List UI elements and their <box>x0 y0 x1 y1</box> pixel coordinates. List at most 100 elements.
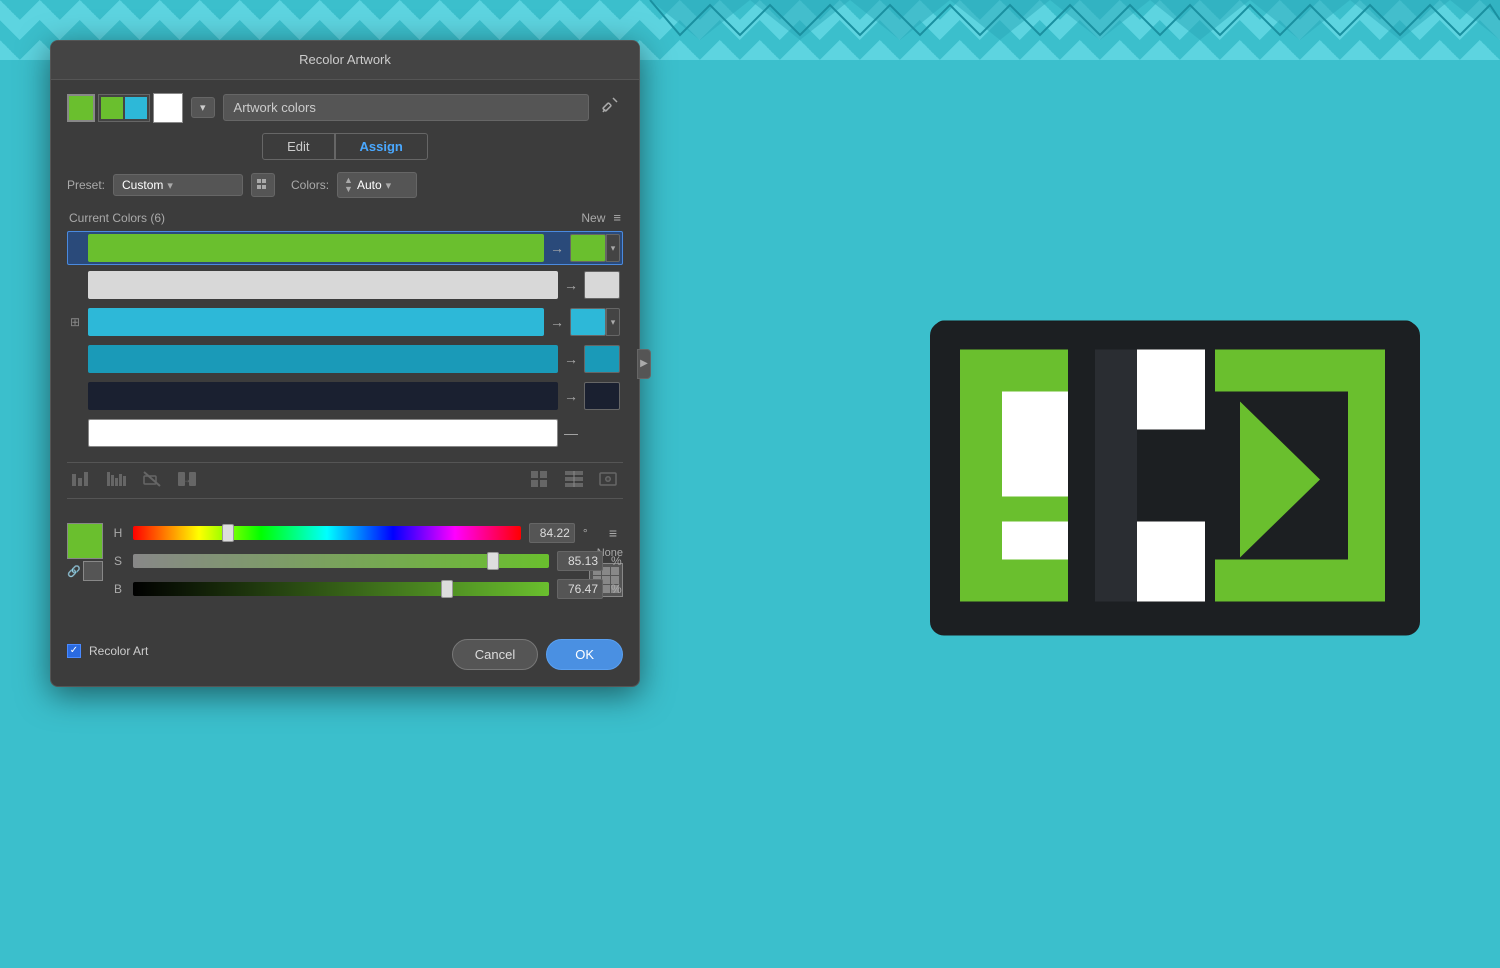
preview-icon[interactable] <box>595 467 623 494</box>
color-rows-container: → ▾ → ⊞ <box>67 231 623 450</box>
svg-text:↔: ↔ <box>180 472 192 486</box>
swatch-white[interactable] <box>153 93 183 123</box>
color-row-2[interactable]: → <box>67 268 623 302</box>
menu-icon[interactable]: ≡ <box>613 210 621 225</box>
no-recolor-svg <box>142 470 162 488</box>
colors-select[interactable]: ▲▼ Auto ▾ <box>337 172 417 198</box>
colors-value: Auto <box>357 178 382 192</box>
no-new-color-6 <box>584 419 620 447</box>
new-header: New <box>581 211 605 225</box>
bottom-row: ✓ Recolor Art Cancel OK <box>67 627 623 670</box>
ok-button[interactable]: OK <box>546 639 623 670</box>
new-color-5 <box>584 382 620 410</box>
h-row: H ° ≡ <box>111 523 623 543</box>
b-value-input[interactable] <box>557 579 603 599</box>
preset-select[interactable]: Custom ▾ <box>113 174 243 196</box>
left-icon-group: ↔ <box>67 467 201 494</box>
color-row-3[interactable]: ⊞ → ▾ <box>67 305 623 339</box>
grid-options-button[interactable] <box>251 173 275 197</box>
expand-handle[interactable]: ▶ <box>637 349 651 379</box>
color-linked-group: 🔗 <box>67 561 103 581</box>
grid-view-icon[interactable] <box>527 467 553 494</box>
row-handle-3[interactable]: ⊞ <box>70 315 82 329</box>
current-color-bar-5 <box>88 382 558 410</box>
color-bar-4[interactable] <box>88 345 558 373</box>
new-swatch-2[interactable] <box>584 271 620 299</box>
table-view-icon[interactable] <box>561 467 587 494</box>
tab-assign[interactable]: Assign <box>335 133 428 160</box>
new-swatch-arrow-1[interactable]: ▾ <box>606 234 620 262</box>
bar-chart-icon-1[interactable] <box>67 467 95 494</box>
colors-label: Colors: <box>291 178 329 192</box>
logo-artwork <box>930 302 1420 667</box>
s-unit: % <box>611 554 623 568</box>
color-bar-2[interactable] <box>88 271 558 299</box>
swatch-blue[interactable] <box>125 97 147 119</box>
recolor-artwork-dialog: Recolor Artwork ▾ Artwork colors <box>50 40 640 687</box>
arrow-3: → <box>550 314 564 330</box>
merge-icon[interactable]: ↔ <box>173 467 201 494</box>
color-bar-1[interactable] <box>88 234 544 262</box>
color-row-6[interactable]: — <box>67 416 623 450</box>
h-menu-button[interactable]: ≡ <box>603 523 623 543</box>
eyedropper-button[interactable] <box>597 92 623 123</box>
arrow-1: → <box>550 240 564 256</box>
new-swatch-4[interactable] <box>584 345 620 373</box>
artwork-colors-label: Artwork colors <box>234 100 316 115</box>
colors-header-right: New ≡ <box>581 210 621 225</box>
h-unit: ° <box>583 526 595 540</box>
dialog-buttons: Cancel OK <box>452 639 623 670</box>
swatch-green-2[interactable] <box>101 97 123 119</box>
recolor-art-label: Recolor Art <box>89 644 148 658</box>
new-color-4 <box>584 345 620 373</box>
tab-row: Edit Assign <box>67 133 623 160</box>
current-color-bar-4 <box>88 345 558 373</box>
dialog-body: ▾ Artwork colors Edit Assign Preset: <box>51 80 639 686</box>
grid-options-icon <box>256 178 270 192</box>
no-recolor-icon[interactable] <box>139 467 165 494</box>
b-unit: % <box>611 582 623 596</box>
s-slider[interactable] <box>133 554 549 568</box>
color-bar-6[interactable] <box>88 419 558 447</box>
logo-svg-2 <box>930 302 1420 662</box>
swatch-green-single[interactable] <box>67 94 95 122</box>
current-color-bar-1 <box>88 234 544 262</box>
color-row-4[interactable]: → <box>67 342 623 376</box>
artwork-colors-dropdown[interactable]: Artwork colors <box>223 94 589 121</box>
h-slider[interactable] <box>133 526 521 540</box>
s-value-input[interactable] <box>557 551 603 571</box>
arrow-5: → <box>564 388 578 404</box>
tab-edit[interactable]: Edit <box>262 133 334 160</box>
bar-chart-icon-2[interactable] <box>103 467 131 494</box>
s-thumb[interactable] <box>487 552 499 570</box>
checkbox-check: ✓ <box>70 645 78 656</box>
preview-svg <box>598 470 620 488</box>
arrow-4: → <box>564 351 578 367</box>
b-thumb[interactable] <box>441 580 453 598</box>
linked-icon: 🔗 <box>67 565 81 578</box>
b-slider[interactable] <box>133 582 549 596</box>
color-preview-box[interactable] <box>67 523 103 559</box>
cancel-button[interactable]: Cancel <box>452 639 538 670</box>
h-thumb[interactable] <box>222 524 234 542</box>
new-swatch-5[interactable] <box>584 382 620 410</box>
color-row-5[interactable]: → <box>67 379 623 413</box>
new-swatch-3[interactable] <box>570 308 606 336</box>
dialog-title: Recolor Artwork <box>299 52 391 67</box>
h-value-input[interactable] <box>529 523 575 543</box>
current-color-bar-2 <box>88 271 558 299</box>
current-colors-header: Current Colors (6) <box>69 211 165 225</box>
color-bar-5[interactable] <box>88 382 558 410</box>
recolor-art-row: ✓ Recolor Art <box>67 644 148 658</box>
swatches-dropdown[interactable]: ▾ <box>191 97 215 118</box>
recolor-art-checkbox[interactable]: ✓ <box>67 644 81 658</box>
top-row: ▾ Artwork colors <box>67 92 623 123</box>
new-swatch-arrow-3[interactable]: ▾ <box>606 308 620 336</box>
color-preview-group: 🔗 <box>67 523 103 581</box>
color-row-1[interactable]: → ▾ <box>67 231 623 265</box>
colors-up[interactable]: ▲▼ <box>344 176 353 194</box>
new-swatch-1[interactable] <box>570 234 606 262</box>
colors-chevron: ▾ <box>386 179 392 192</box>
secondary-color-box[interactable] <box>83 561 103 581</box>
color-bar-3[interactable] <box>88 308 544 336</box>
